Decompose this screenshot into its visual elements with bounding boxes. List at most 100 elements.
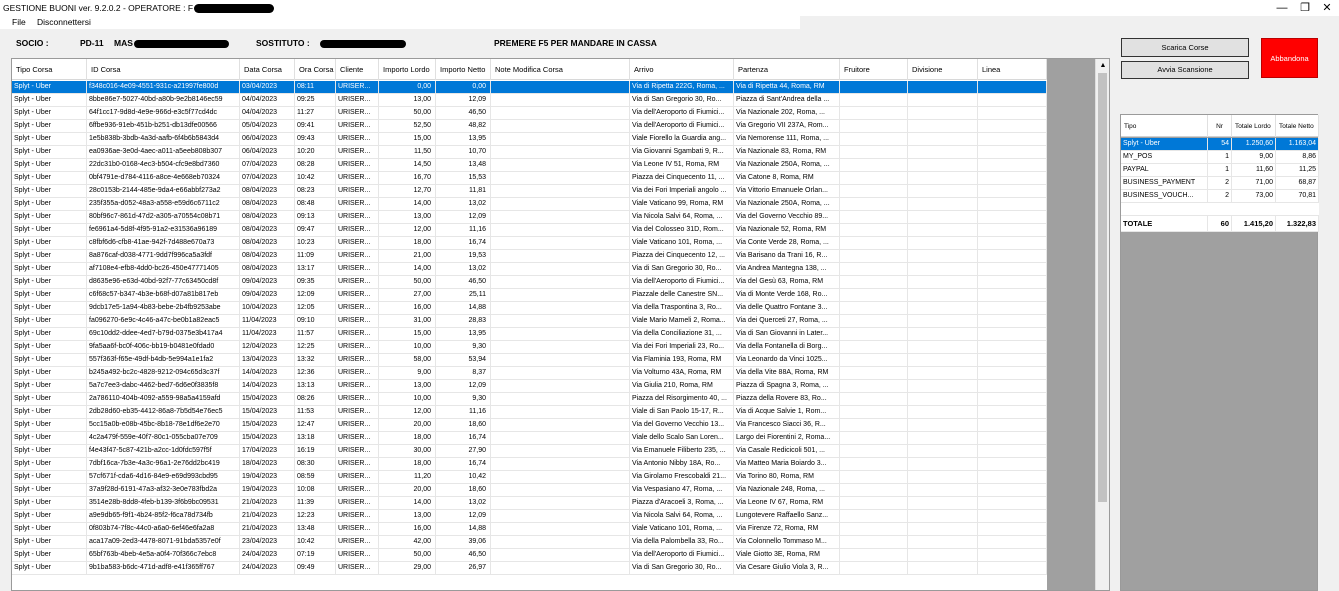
summary-row[interactable]: PAYPAL 1 11,60 11,25 xyxy=(1121,164,1319,177)
table-row[interactable]: Splyt - Uber d8635e96-e63d-40bd-92f7-77c6… xyxy=(12,276,1047,289)
table-row[interactable]: Splyt - Uber 557f363f-f65e-49df-b4db-5e99… xyxy=(12,354,1047,367)
table-row[interactable]: Splyt - Uber 5cc15a0b-e08b-45bc-8b18-78e1… xyxy=(12,419,1047,432)
table-row[interactable]: Splyt - Uber 9dcb17e5-1a94-4b83-bebe-2b4f… xyxy=(12,302,1047,315)
table-row[interactable]: Splyt - Uber f348c016-4e09-4551-931c-a219… xyxy=(12,81,1047,94)
summary-total-row[interactable]: TOTALE 60 1.415,20 1.322,83 xyxy=(1121,216,1319,232)
grid-vertical-scrollbar[interactable]: ▲ xyxy=(1095,59,1109,590)
cell-fruitore xyxy=(840,341,908,354)
cell-importo-netto: 13,02 xyxy=(436,497,491,510)
table-row[interactable]: Splyt - Uber 9b1ba583-b6dc-471d-adf8-e41f… xyxy=(12,562,1047,575)
table-row[interactable]: Splyt - Uber 64f1cc17-9d8d-4e9e-966d-e3c5… xyxy=(12,107,1047,120)
cell-ora-corsa: 08:30 xyxy=(295,458,336,471)
table-row[interactable]: Splyt - Uber 235f355a-d052-48a3-a558-e59d… xyxy=(12,198,1047,211)
table-row[interactable]: Splyt - Uber 57cf671f-cda6-4d16-84e9-e69d… xyxy=(12,471,1047,484)
scarica-corse-button[interactable]: Scarica Corse xyxy=(1121,38,1249,57)
col-id-corsa[interactable]: ID Corsa xyxy=(87,59,240,80)
scroll-thumb[interactable] xyxy=(1098,73,1107,502)
cell-cliente: URISER... xyxy=(336,562,379,575)
table-row[interactable]: Splyt - Uber b245a492-bc2c-4828-9212-094c… xyxy=(12,367,1047,380)
sum-col-totale-netto[interactable]: Totale Netto xyxy=(1276,115,1319,137)
cell-linea xyxy=(978,536,1047,549)
table-row[interactable]: Splyt - Uber 0bf4791e-d784-4116-a8ce-4e66… xyxy=(12,172,1047,185)
table-row[interactable]: Splyt - Uber 9fa5aa6f-bc0f-406c-bb19-b048… xyxy=(12,341,1047,354)
sum-col-tipo[interactable]: Tipo xyxy=(1121,115,1208,137)
cell-fruitore xyxy=(840,224,908,237)
cell-tipo-corsa: Splyt - Uber xyxy=(12,536,87,549)
cell-importo-lordo: 10,00 xyxy=(379,341,436,354)
table-row[interactable]: Splyt - Uber 1e5b838b-3bdb-4a3d-aafb-6f4b… xyxy=(12,133,1047,146)
table-row[interactable]: Splyt - Uber 2db28d60-eb35-4412-86a8-7b5d… xyxy=(12,406,1047,419)
cell-cliente: URISER... xyxy=(336,276,379,289)
sum-col-nr[interactable]: Nr xyxy=(1208,115,1232,137)
col-fruitore[interactable]: Fruitore xyxy=(840,59,908,80)
cell-fruitore xyxy=(840,211,908,224)
cell-importo-lordo: 18,00 xyxy=(379,458,436,471)
cell-tipo-corsa: Splyt - Uber xyxy=(12,380,87,393)
corse-grid[interactable]: Tipo Corsa ID Corsa Data Corsa Ora Corsa… xyxy=(11,58,1110,591)
table-row[interactable]: Splyt - Uber 65bf763b-4beb-4e5a-a0f4-70f3… xyxy=(12,549,1047,562)
cell-importo-lordo: 30,00 xyxy=(379,445,436,458)
cell-ora-corsa: 10:08 xyxy=(295,484,336,497)
cell-id-corsa: a9e9db65-f9f1-4b24-85f2-f6ca78d734fb xyxy=(87,510,240,523)
table-row[interactable]: Splyt - Uber 4c2a479f-559e-40f7-80c1-055c… xyxy=(12,432,1047,445)
cell-linea xyxy=(978,432,1047,445)
table-row[interactable]: Splyt - Uber c6f68c57-b347-4b3e-b68f-d07a… xyxy=(12,289,1047,302)
table-row[interactable]: Splyt - Uber c8fbf6d6-cfb8-41ae-942f-7d48… xyxy=(12,237,1047,250)
sum-col-totale-lordo[interactable]: Totale Lordo xyxy=(1232,115,1276,137)
summary-row[interactable]: BUSINESS_VOUCH... 2 73,00 70,81 xyxy=(1121,190,1319,203)
col-divisione[interactable]: Divisione xyxy=(908,59,978,80)
summary-row[interactable]: BUSINESS_PAYMENT 2 71,00 68,87 xyxy=(1121,177,1319,190)
cell-data-corsa: 15/04/2023 xyxy=(240,393,295,406)
table-row[interactable]: Splyt - Uber 80bf96c7-861d-47d2-a305-a705… xyxy=(12,211,1047,224)
col-importo-netto[interactable]: Importo Netto xyxy=(436,59,491,80)
col-data-corsa[interactable]: Data Corsa xyxy=(240,59,295,80)
table-row[interactable]: Splyt - Uber 7dbf16ca-7b3e-4a3c-96a1-2e76… xyxy=(12,458,1047,471)
avvia-scansione-button[interactable]: Avvia Scansione xyxy=(1121,61,1249,79)
table-row[interactable]: Splyt - Uber 2a786110-404b-4092-a559-98a5… xyxy=(12,393,1047,406)
col-ora-corsa[interactable]: Ora Corsa xyxy=(295,59,336,80)
col-cliente[interactable]: Cliente xyxy=(336,59,379,80)
table-row[interactable]: Splyt - Uber 6ffbe936-91eb-451b-b251-db13… xyxy=(12,120,1047,133)
table-row[interactable]: Splyt - Uber 22dc31b0-0168-4ec3-b504-cfc9… xyxy=(12,159,1047,172)
table-row[interactable]: Splyt - Uber f4e43f47-5c87-421b-a2cc-1d0f… xyxy=(12,445,1047,458)
summary-row[interactable]: Splyt - Uber 54 1.250,60 1.163,04 xyxy=(1121,138,1319,151)
cell-note-modifica xyxy=(491,289,630,302)
abbandona-button[interactable]: Abbandona xyxy=(1261,38,1318,78)
cell-importo-netto: 11,16 xyxy=(436,224,491,237)
summary-cell-nr: 2 xyxy=(1208,190,1232,203)
cell-data-corsa: 05/04/2023 xyxy=(240,120,295,133)
cell-fruitore xyxy=(840,406,908,419)
table-row[interactable]: Splyt - Uber 0f803b74-7f8c-44c0-a6a0-6ef4… xyxy=(12,523,1047,536)
cell-id-corsa: 28c0153b-2144-485e-9da4-e66abbf273a2 xyxy=(87,185,240,198)
col-arrivo[interactable]: Arrivo xyxy=(630,59,734,80)
col-partenza[interactable]: Partenza xyxy=(734,59,840,80)
cell-ora-corsa: 16:19 xyxy=(295,445,336,458)
table-row[interactable]: Splyt - Uber 8a876caf-d038-4771-9dd7f996c… xyxy=(12,250,1047,263)
table-row[interactable]: Splyt - Uber af7108e4-efb8-4dd0-bc26-450e… xyxy=(12,263,1047,276)
close-button[interactable]: ✕ xyxy=(1307,0,1339,16)
table-row[interactable]: Splyt - Uber 37a9f28d-6191-47a3-af32-3e0e… xyxy=(12,484,1047,497)
table-row[interactable]: Splyt - Uber 3514e28b-8dd8-4feb-b139-3f6b… xyxy=(12,497,1047,510)
cell-note-modifica xyxy=(491,146,630,159)
table-row[interactable]: Splyt - Uber ea0936ae-3e0d-4aec-a011-a5ee… xyxy=(12,146,1047,159)
table-row[interactable]: Splyt - Uber 69c10dd2-ddee-4ed7-b79d-0375… xyxy=(12,328,1047,341)
table-row[interactable]: Splyt - Uber 5a7c7ee3-dabc-4462-bed7-6d6e… xyxy=(12,380,1047,393)
cell-fruitore xyxy=(840,432,908,445)
table-row[interactable]: Splyt - Uber a9e9db65-f9f1-4b24-85f2-f6ca… xyxy=(12,510,1047,523)
scroll-up-arrow-icon[interactable]: ▲ xyxy=(1096,59,1109,73)
summary-grid[interactable]: Tipo Nr Totale Lordo Totale Netto Splyt … xyxy=(1120,114,1319,591)
col-linea[interactable]: Linea xyxy=(978,59,1047,80)
table-row[interactable]: Splyt - Uber fa096270-6e9c-4c46-a47c-be0b… xyxy=(12,315,1047,328)
redacted-socio-name xyxy=(133,39,229,48)
menu-file[interactable]: File xyxy=(12,17,26,27)
table-row[interactable]: Splyt - Uber fe6961a4-5d8f-4f95-91a2-e315… xyxy=(12,224,1047,237)
summary-row[interactable]: MY_POS 1 9,00 8,86 xyxy=(1121,151,1319,164)
col-importo-lordo[interactable]: Importo Lordo xyxy=(379,59,436,80)
table-row[interactable]: Splyt - Uber 28c0153b-2144-485e-9da4-e66a… xyxy=(12,185,1047,198)
menu-disconnettersi[interactable]: Disconnettersi xyxy=(37,17,91,27)
col-note-modifica[interactable]: Note Modifica Corsa xyxy=(491,59,630,80)
col-tipo-corsa[interactable]: Tipo Corsa xyxy=(12,59,87,80)
table-row[interactable]: Splyt - Uber aca17a09-2ed3-4478-8071-91bd… xyxy=(12,536,1047,549)
table-row[interactable]: Splyt - Uber 8bbe86e7-5027-40bd-a80b-9e2b… xyxy=(12,94,1047,107)
cell-tipo-corsa: Splyt - Uber xyxy=(12,120,87,133)
